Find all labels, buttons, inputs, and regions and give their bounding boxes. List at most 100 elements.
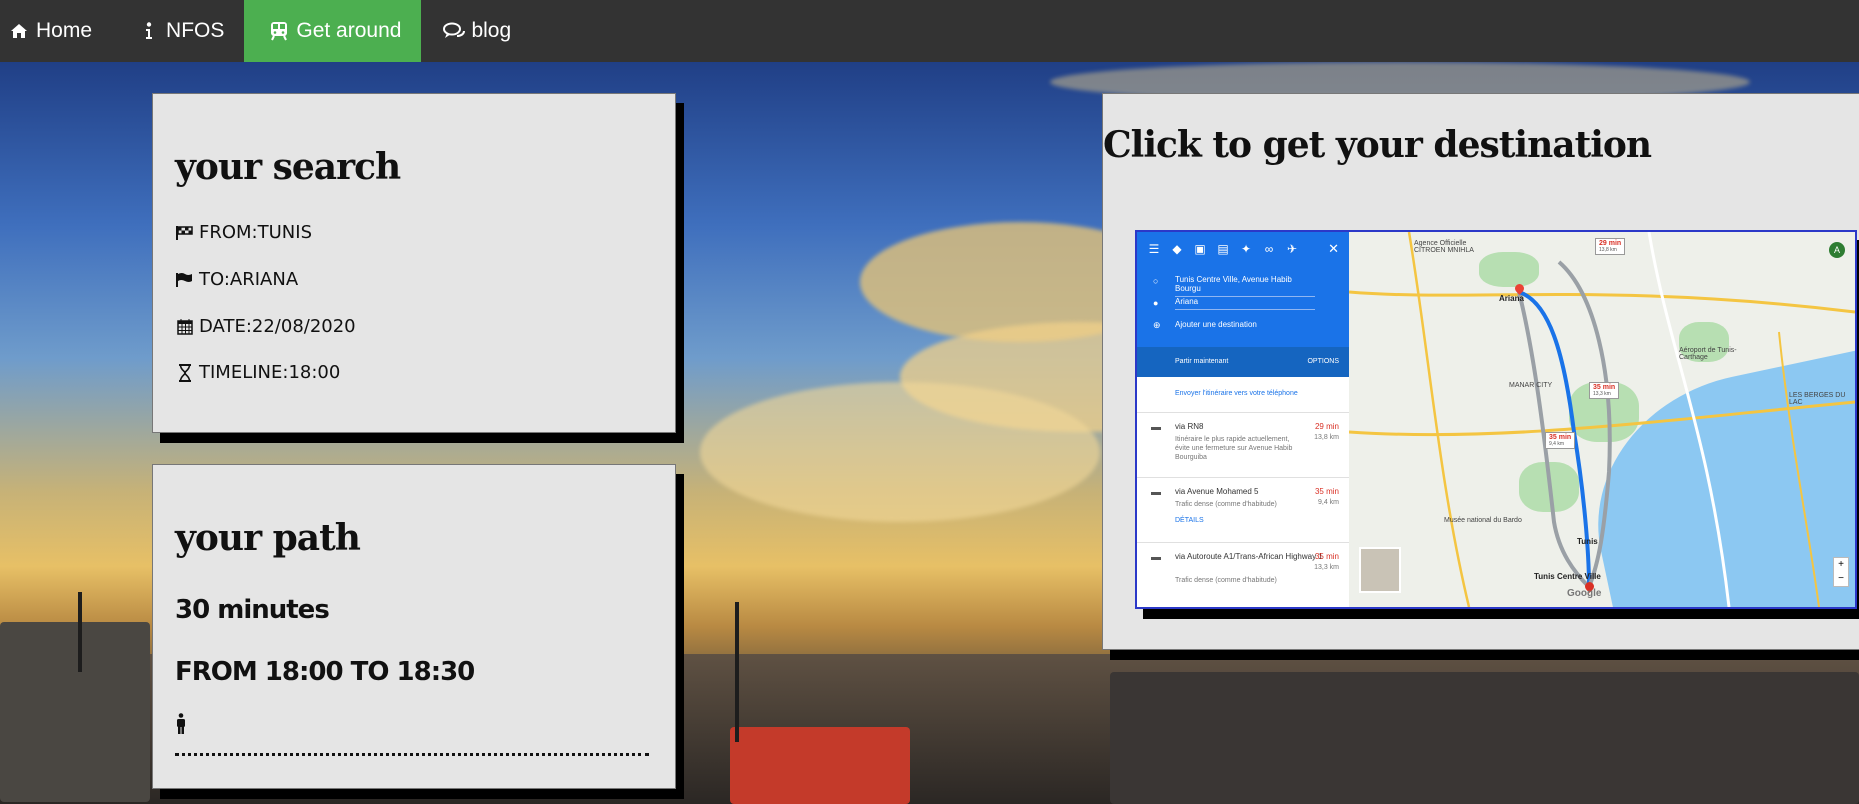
route-tag-35a: 35 min 13,3 km (1589, 382, 1620, 399)
map-label-tunis-centre: Tunis Centre Ville (1534, 572, 1601, 581)
car-icon: ▬ (1151, 487, 1161, 498)
comments-icon (443, 22, 466, 40)
directions-icon: ◆ (1172, 242, 1182, 256)
route-desc: Itinéraire le plus rapide actuellement, … (1175, 436, 1293, 461)
route-tag-29: 29 min 13,8 km (1595, 238, 1626, 255)
zoom-controls: + − (1833, 557, 1849, 587)
car-icon: ▬ (1151, 422, 1161, 433)
checkered-flag-icon (175, 225, 195, 241)
add-destination: Ajouter une destination (1175, 320, 1257, 329)
search-title: your search (175, 146, 401, 188)
tag-time: 35 min (1593, 384, 1616, 391)
bike-icon: ∞ (1264, 242, 1274, 256)
directions-header: ☰ ◆ ▣ ▤ ✦ ∞ ✈ ✕ ○ ● ⊕ Tunis Centre Ville… (1137, 232, 1349, 347)
street-lamp (78, 592, 82, 672)
search-to-text: TO:ARIANA (199, 269, 299, 290)
nav-nfos-label: NFOS (166, 19, 225, 42)
cloud (700, 382, 1100, 522)
map-label-tunis: Tunis (1577, 537, 1598, 546)
close-icon: ✕ (1328, 241, 1339, 256)
map-label-bardo: Musée national du Bardo (1444, 517, 1522, 524)
search-date-text: DATE:22/08/2020 (199, 316, 356, 337)
car-icon: ▬ (1151, 552, 1161, 563)
satellite-thumbnail (1359, 547, 1401, 593)
map-canvas: Ariana Tunis Tunis Centre Ville Aéroport… (1349, 232, 1855, 607)
info-icon (138, 22, 160, 40)
path-time-range: FROM 18:00 TO 18:30 (175, 657, 475, 687)
tag-time: 35 min (1549, 434, 1572, 441)
directions-map-link[interactable]: ☰ ◆ ▣ ▤ ✦ ∞ ✈ ✕ ○ ● ⊕ Tunis Centre Ville… (1135, 230, 1857, 609)
calendar-icon (175, 318, 195, 335)
route-name: via RN8 (1175, 422, 1204, 431)
search-to: TO:ARIANA (175, 269, 298, 290)
nav-home[interactable]: Home (0, 0, 112, 62)
tag-km: 13,3 km (1593, 391, 1611, 397)
divider (1137, 477, 1349, 478)
tag-km: 9,4 km (1549, 441, 1565, 447)
nav-blog-label: blog (471, 19, 512, 42)
transit-icon: ▤ (1217, 242, 1229, 256)
route-time: 35 min (1314, 487, 1339, 496)
tag-time: 29 min (1599, 240, 1622, 247)
nav-nfos[interactable]: NFOS (126, 0, 244, 62)
map-label-ariana: Ariana (1499, 294, 1524, 303)
progress-dotted-line (175, 753, 649, 756)
destination-title: Click to get your destination (1103, 124, 1652, 166)
path-duration: 30 minutes (175, 595, 330, 625)
nav-get-around-label: Get around (296, 19, 402, 42)
directions-panel: ☰ ◆ ▣ ▤ ✦ ∞ ✈ ✕ ○ ● ⊕ Tunis Centre Ville… (1137, 232, 1350, 607)
path-card: your path 30 minutes FROM 18:00 TO 18:30 (152, 464, 676, 789)
plane-icon: ✈ (1286, 242, 1298, 256)
menu-icon: ☰ (1148, 242, 1160, 256)
route-time: 29 min (1314, 422, 1339, 431)
red-locomotive (730, 727, 910, 804)
route-distance: 13,3 km (1314, 564, 1339, 571)
search-from-text: FROM:TUNIS (199, 222, 312, 243)
origin-field: Tunis Centre Ville, Avenue Habib Bourgu (1175, 275, 1315, 297)
options-label: OPTIONS (1307, 358, 1339, 365)
route-details: DÉTAILS (1175, 517, 1204, 524)
top-navbar: Home NFOS Get around blog (0, 0, 1859, 62)
add-icon: ⊕ (1153, 320, 1161, 330)
divider (1137, 542, 1349, 543)
dark-locomotive (1110, 672, 1859, 804)
map-label-agence: Agence Officielle CITROEN MNIHLA (1414, 240, 1474, 254)
search-timeline: TIMELINE:18:00 (175, 362, 340, 383)
depart-label: Partir maintenant (1175, 358, 1229, 365)
path-title: your path (175, 517, 361, 559)
google-logo: Google (1567, 588, 1602, 599)
route-name: via Avenue Mohamed 5 (1175, 487, 1259, 496)
home-icon (8, 23, 30, 39)
map-label-airport: Aéroport de Tunis-Carthage (1679, 347, 1737, 361)
depart-bar: Partir maintenant OPTIONS (1137, 347, 1349, 377)
route-tag-35b: 35 min 9,4 km (1545, 432, 1576, 449)
nav-home-label: Home (36, 19, 93, 42)
route-distance: 13,8 km (1314, 434, 1339, 441)
car-icon: ▣ (1194, 242, 1206, 256)
route-name: via Autoroute A1/Trans-African Highway 1 (1175, 552, 1323, 561)
destination-pin-icon: ● (1153, 298, 1159, 308)
nav-blog[interactable]: blog (421, 0, 531, 62)
street-lamp (735, 602, 739, 742)
travel-modes: ☰ ◆ ▣ ▤ ✦ ∞ ✈ (1147, 242, 1299, 256)
send-to-phone: Envoyer l'itinéraire vers votre téléphon… (1175, 390, 1298, 397)
account-avatar: A (1829, 242, 1845, 258)
left-train-car (0, 622, 150, 802)
route-time: 35 min (1314, 552, 1339, 561)
walking-person-icon (175, 713, 187, 741)
search-timeline-text: TIMELINE:18:00 (199, 362, 341, 383)
flag-icon (175, 272, 195, 288)
hourglass-icon (175, 363, 195, 382)
walk-icon: ✦ (1240, 242, 1252, 256)
tag-km: 13,8 km (1599, 247, 1617, 253)
road-network (1349, 232, 1855, 607)
map-label-manar: MANAR CITY (1509, 382, 1553, 389)
route-distance: 9,4 km (1317, 499, 1339, 506)
route-desc: Trafic dense (comme d'habitude) (1175, 501, 1277, 508)
divider (1137, 412, 1349, 413)
search-card: your search FROM:TUNIS TO:ARIANA DATE:22… (152, 93, 676, 433)
map-label-lac: LES BERGES DU LAC (1789, 392, 1846, 406)
search-from: FROM:TUNIS (175, 222, 312, 243)
origin-dot-icon: ○ (1153, 276, 1159, 286)
nav-get-around[interactable]: Get around (244, 0, 422, 62)
